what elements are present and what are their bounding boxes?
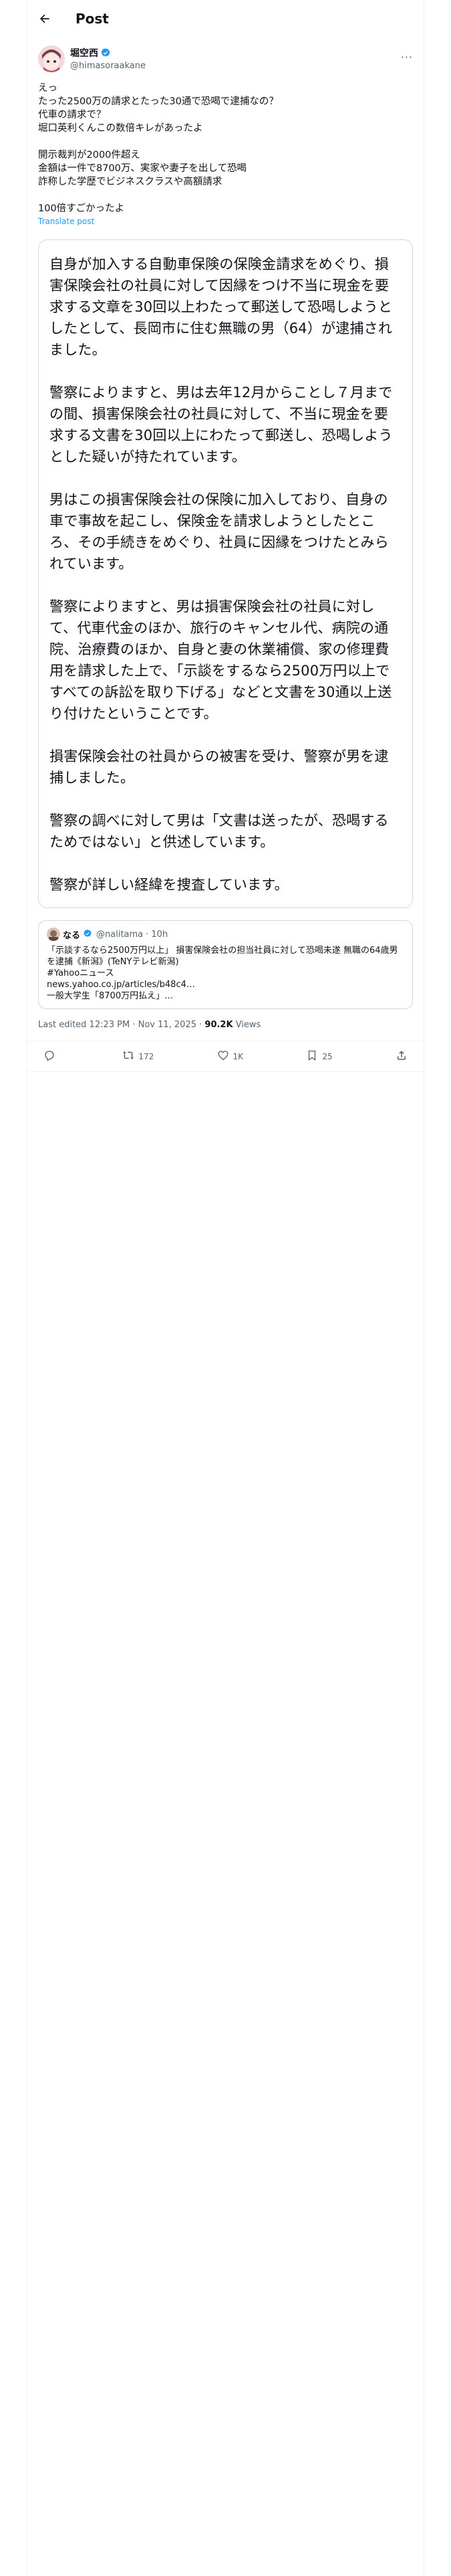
quoted-post-time: · 10h: [146, 929, 168, 940]
article-paragraph: 男はこの損害保険会社の保険に加入しており、自身の車で事故を起こし、保険金を請求し…: [49, 492, 389, 572]
post-author: 堀空西 @himasoraakane ···: [27, 37, 424, 72]
attached-image-card[interactable]: 自身が加入する自動車保険の保険金請求をめぐり、損害保険会社の社員に対して因縁をつ…: [38, 239, 413, 908]
more-options-icon[interactable]: ···: [401, 51, 413, 64]
reply-icon: [43, 1049, 55, 1063]
post-timestamp[interactable]: Last edited 12:23 PM · Nov 11, 2025 ·: [38, 1020, 204, 1030]
article-paragraph: 自身が加入する自動車保険の保険金請求をめぐり、損害保険会社の社員に対して因縁をつ…: [49, 256, 393, 358]
article-paragraph: 警察が詳しい経緯を捜査しています。: [49, 877, 289, 893]
repost-icon: [122, 1049, 134, 1063]
bookmark-icon: [306, 1049, 318, 1063]
share-button[interactable]: [396, 1049, 408, 1063]
translate-post-link[interactable]: Translate post: [27, 217, 424, 226]
verified-badge-icon: [83, 929, 94, 940]
article-paragraph: 警察によりますと、男は損害保険会社の社員に対して、代車代金のほか、旅行のキャンセ…: [49, 599, 392, 722]
article-paragraph: 損害保険会社の社員からの被害を受け、警察が男を逮捕しました。: [49, 748, 389, 786]
author-name[interactable]: 堀空西: [70, 46, 98, 60]
avatar[interactable]: [38, 45, 65, 72]
repost-button[interactable]: 172: [122, 1049, 154, 1063]
quoted-post-header: なる @nalitama · 10h: [47, 928, 404, 941]
quoted-post-text: 「示談するなら2500万円以上」 損害保険会社の担当社員に対して恐喝未遂 無職の…: [47, 946, 398, 1001]
page-header: Post: [27, 0, 424, 37]
quoted-author-name: なる: [63, 930, 81, 941]
like-button[interactable]: 1K: [217, 1049, 244, 1063]
bookmark-button[interactable]: 25: [306, 1049, 333, 1063]
reply-button[interactable]: [43, 1049, 59, 1063]
author-info: 堀空西 @himasoraakane: [70, 45, 146, 72]
quoted-author-handle: @nalitama: [96, 929, 144, 940]
article-paragraph: 警察の調べに対して男は「文書は送ったが、恐喝するためではない」と供述しています。: [49, 813, 389, 850]
like-count: 1K: [233, 1051, 244, 1061]
quoted-post-card[interactable]: なる @nalitama · 10h 「示談するなら2500万円以上」 損害保険…: [38, 920, 413, 1009]
page-title: Post: [76, 11, 109, 27]
article-paragraph: 警察によりますと、男は去年12月からことし７月までの間、損害保険会社の社員に対し…: [49, 385, 393, 465]
main-column: Post 堀空西 @himasoraakane ··· えっ たった2500万の…: [27, 0, 424, 2576]
post-meta: Last edited 12:23 PM · Nov 11, 2025 · 90…: [27, 1009, 424, 1041]
action-bar: 172 1K 25: [27, 1041, 424, 1072]
bookmark-count: 25: [322, 1051, 333, 1061]
views-label: Views: [233, 1020, 261, 1030]
post-text: えっ たった2500万の請求とたった30通で恐喝で逮捕なの？ 代車の請求で？ 堀…: [38, 83, 279, 214]
back-arrow-icon[interactable]: [38, 12, 51, 25]
quoted-avatar: [47, 928, 60, 941]
author-handle[interactable]: @himasoraakane: [70, 61, 146, 71]
share-icon: [396, 1049, 408, 1063]
author-name-row[interactable]: 堀空西: [70, 46, 146, 60]
views-count: 90.2K: [204, 1020, 233, 1030]
verified-badge-icon: [100, 47, 111, 58]
repost-count: 172: [138, 1051, 154, 1061]
heart-icon: [217, 1049, 229, 1063]
